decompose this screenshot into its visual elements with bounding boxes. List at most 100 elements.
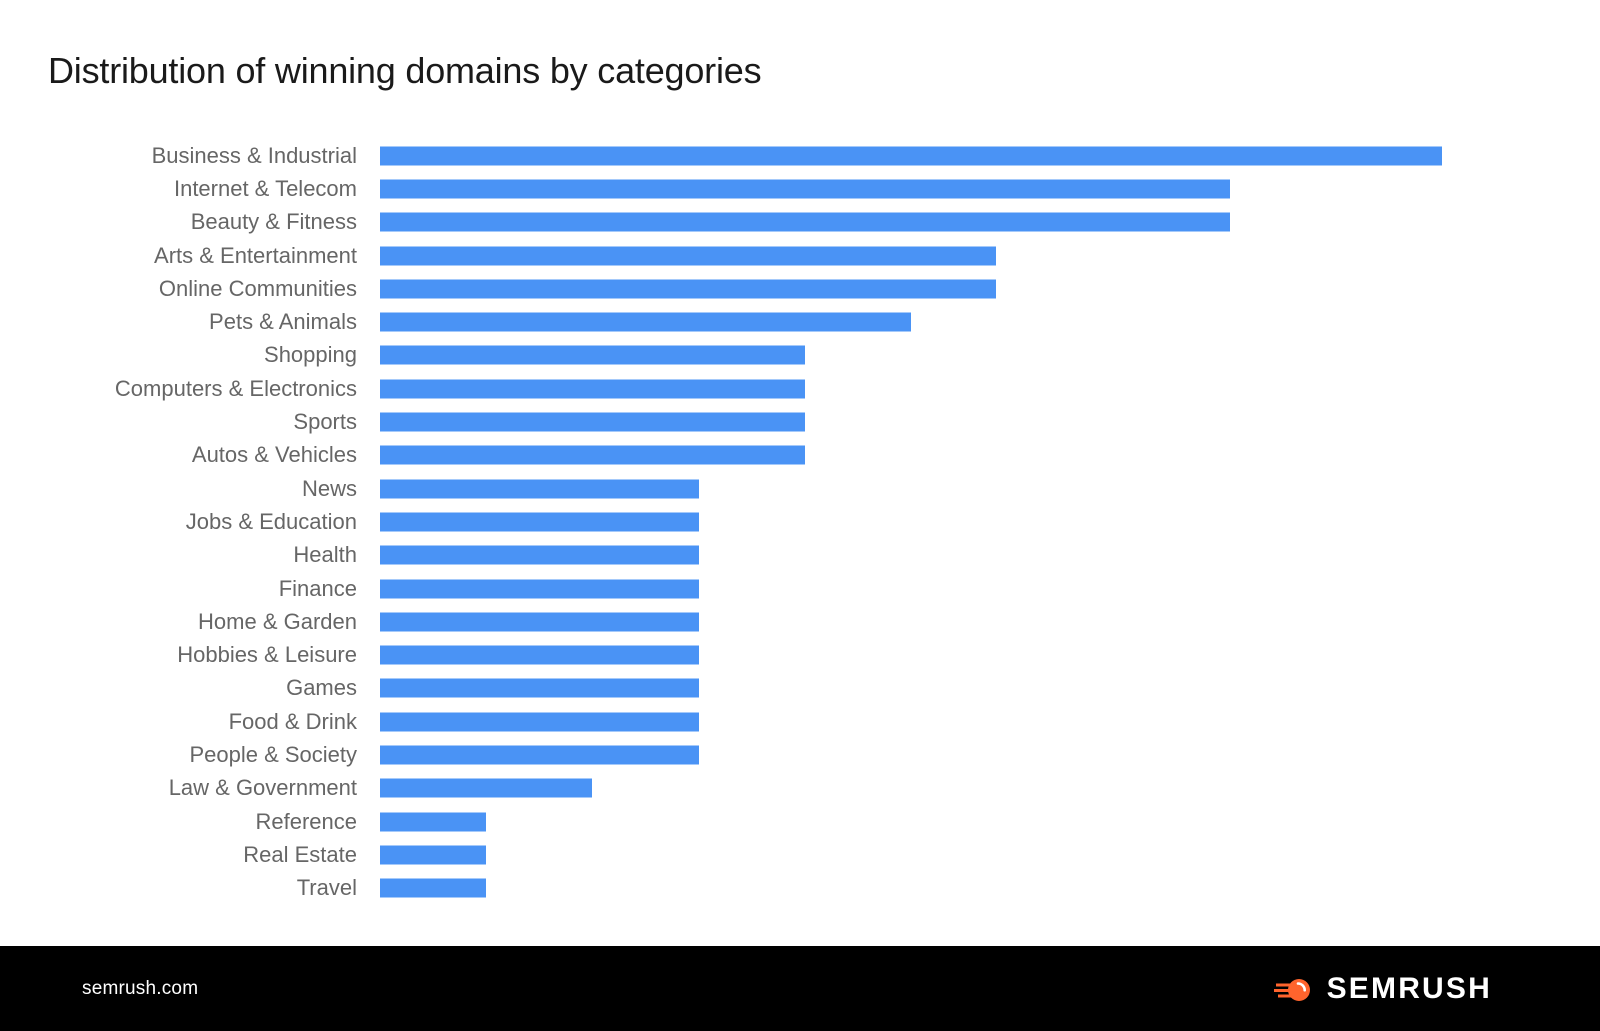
- bar-track: [380, 279, 1442, 299]
- bar-track: [380, 845, 1442, 865]
- bar-track: [380, 579, 1442, 598]
- bar-category-label: Reference: [255, 808, 357, 834]
- bar-row: Food & Drink: [0, 705, 1600, 738]
- bar-category-label: Internet & Telecom: [173, 175, 357, 201]
- bar-fill: [380, 412, 805, 432]
- bar-track: [380, 179, 1442, 199]
- footer-url[interactable]: semrush.com: [82, 978, 198, 1000]
- bar-fill: [380, 512, 699, 532]
- bar-fill: [380, 146, 1442, 166]
- bar-category-label: Law & Government: [168, 775, 357, 801]
- bar-row: Arts & Entertainment: [0, 239, 1600, 272]
- bar-row: Autos & Vehicles: [0, 439, 1600, 472]
- bar-category-label: Health: [293, 542, 357, 568]
- bar-fill: [380, 878, 487, 898]
- semrush-comet-icon: [1273, 974, 1314, 1004]
- bar-fill: [380, 179, 1230, 199]
- bar-fill: [380, 545, 699, 565]
- bar-fill: [380, 812, 487, 832]
- bar-track: [380, 479, 1442, 499]
- bar-fill: [380, 312, 911, 332]
- bar-category-label: Hobbies & Leisure: [177, 642, 357, 668]
- bar-track: [380, 712, 1442, 732]
- bar-track: [380, 645, 1442, 665]
- bar-category-label: Business & Industrial: [151, 142, 357, 168]
- bar-track: [380, 545, 1442, 565]
- bar-track: [380, 678, 1442, 698]
- bar-category-label: Food & Drink: [228, 708, 357, 734]
- bar-category-label: Beauty & Fitness: [190, 209, 357, 235]
- bar-category-label: Sports: [293, 409, 357, 435]
- bar-fill: [380, 379, 805, 399]
- footer-bar: semrush.com SEMRUSH: [0, 946, 1600, 1031]
- bar-row: Home & Garden: [0, 605, 1600, 638]
- bar-fill: [380, 479, 699, 499]
- bar-row: Pets & Animals: [0, 305, 1600, 338]
- bar-category-label: People & Society: [189, 741, 357, 767]
- bar-fill: [380, 579, 699, 598]
- bar-row: Computers & Electronics: [0, 372, 1600, 405]
- bar-category-label: Arts & Entertainment: [154, 242, 357, 268]
- bar-fill: [380, 678, 699, 698]
- bar-fill: [380, 345, 805, 365]
- bar-fill: [380, 778, 593, 798]
- bar-row: Real Estate: [0, 838, 1600, 871]
- bar-row: People & Society: [0, 738, 1600, 771]
- bar-row: Beauty & Fitness: [0, 206, 1600, 239]
- bar-row: Internet & Telecom: [0, 172, 1600, 205]
- bar-category-label: Travel: [296, 875, 357, 901]
- bar-fill: [380, 246, 996, 266]
- bar-row: Games: [0, 672, 1600, 705]
- semrush-wordmark: SEMRUSH: [1326, 971, 1492, 1005]
- bar-category-label: News: [301, 475, 357, 501]
- bar-category-label: Home & Garden: [198, 608, 357, 634]
- bar-track: [380, 778, 1442, 798]
- bar-track: [380, 412, 1442, 432]
- bar-fill: [380, 445, 805, 465]
- bar-row: Online Communities: [0, 272, 1600, 305]
- bar-track: [380, 812, 1442, 832]
- bar-category-label: Pets & Animals: [209, 309, 357, 335]
- bar-category-label: Jobs & Education: [185, 508, 357, 534]
- bar-fill: [380, 612, 699, 632]
- bar-category-label: Finance: [278, 575, 357, 601]
- bar-row: Jobs & Education: [0, 505, 1600, 538]
- bar-row: Law & Government: [0, 772, 1600, 805]
- bar-row: Reference: [0, 805, 1600, 838]
- bar-track: [380, 445, 1442, 465]
- bar-category-label: Computers & Electronics: [114, 375, 357, 401]
- bar-track: [380, 745, 1442, 765]
- bar-row: Hobbies & Leisure: [0, 638, 1600, 671]
- bar-row: Shopping: [0, 339, 1600, 372]
- chart-page: Distribution of winning domains by categ…: [0, 0, 1600, 1031]
- bar-track: [380, 212, 1442, 232]
- bar-track: [380, 878, 1442, 898]
- bar-row: Sports: [0, 405, 1600, 438]
- bar-category-label: Real Estate: [243, 841, 357, 867]
- bar-row: News: [0, 472, 1600, 505]
- bar-row: Health: [0, 539, 1600, 572]
- bar-track: [380, 512, 1442, 532]
- bar-track: [380, 146, 1442, 166]
- bar-track: [380, 612, 1442, 632]
- bar-category-label: Games: [286, 675, 357, 701]
- bar-track: [380, 345, 1442, 365]
- bar-row: Travel: [0, 872, 1600, 905]
- bar-category-label: Autos & Vehicles: [191, 442, 357, 468]
- bar-fill: [380, 212, 1230, 232]
- bar-fill: [380, 279, 996, 299]
- bar-track: [380, 312, 1442, 332]
- bar-row: Business & Industrial: [0, 139, 1600, 172]
- bar-category-label: Online Communities: [158, 275, 357, 301]
- bar-category-label: Shopping: [264, 342, 357, 368]
- bar-track: [380, 379, 1442, 399]
- bar-fill: [380, 745, 699, 765]
- bar-row: Finance: [0, 572, 1600, 605]
- bar-fill: [380, 712, 699, 732]
- bar-fill: [380, 645, 699, 665]
- page-title: Distribution of winning domains by categ…: [48, 50, 762, 91]
- bar-chart: Business & Industrial Internet & Telecom B…: [0, 139, 1600, 929]
- bar-track: [380, 246, 1442, 266]
- bar-fill: [380, 845, 487, 865]
- semrush-logo: SEMRUSH: [1273, 971, 1492, 1005]
